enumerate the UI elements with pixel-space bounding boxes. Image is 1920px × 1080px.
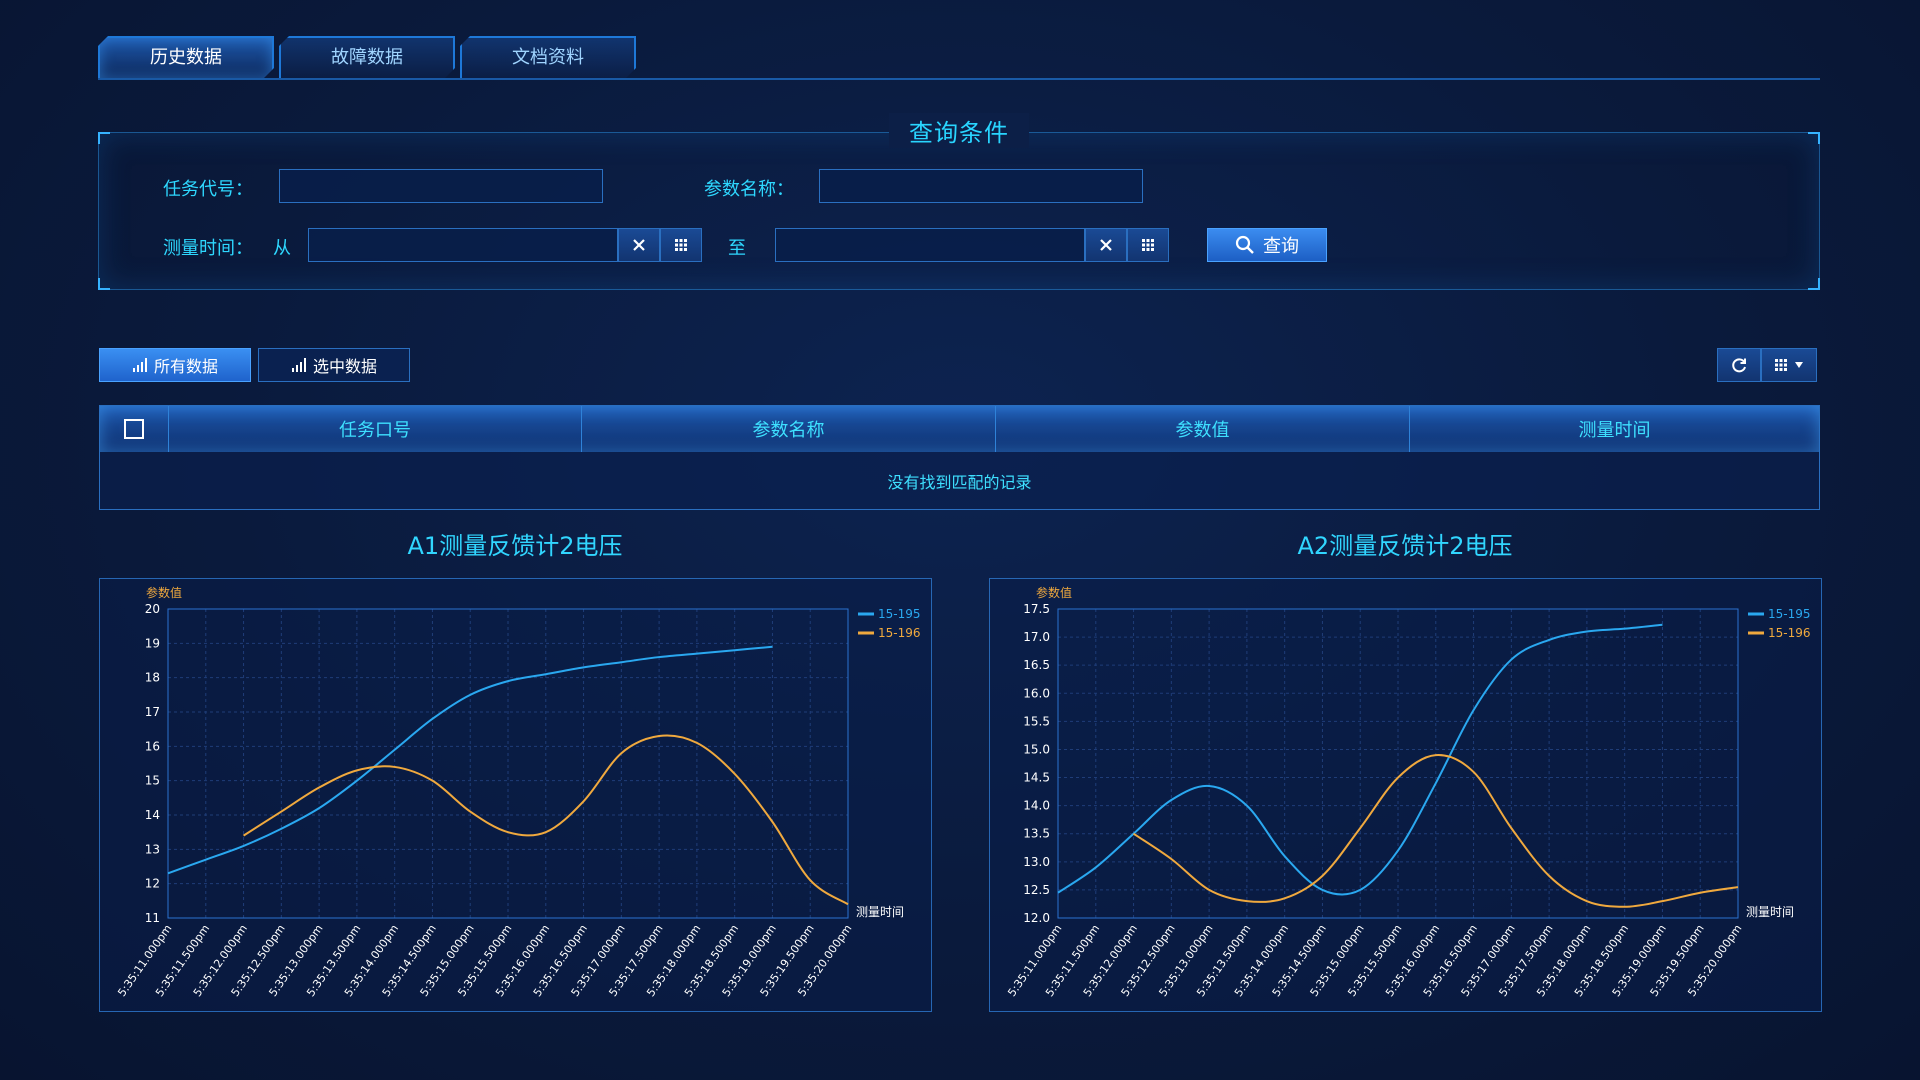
- select-all-cell: [100, 406, 169, 452]
- tab-documents[interactable]: 文档资料: [460, 36, 636, 78]
- y-axis-label: 参数值: [1036, 585, 1072, 600]
- y-tick-label: 11: [145, 911, 160, 925]
- search-button-label: 查询: [1263, 236, 1299, 257]
- y-tick-label: 19: [145, 636, 160, 650]
- close-icon: [633, 239, 645, 251]
- grid-icon: [675, 239, 687, 251]
- y-tick-label: 14.0: [1023, 799, 1050, 813]
- task-code-input[interactable]: [279, 169, 603, 203]
- bar-chart-icon: [132, 358, 147, 372]
- query-panel: 查询条件 任务代号： 参数名称： 测量时间： 从 至 查询: [98, 113, 1820, 290]
- task-code-label: 任务代号：: [163, 179, 253, 200]
- search-button[interactable]: 查询: [1207, 228, 1327, 262]
- panel-corner-decoration: [98, 278, 110, 290]
- selected-data-label: 选中数据: [312, 357, 377, 376]
- y-tick-label: 18: [145, 671, 160, 685]
- panel-corner-decoration: [1808, 278, 1820, 290]
- clear-end-time-button[interactable]: [1085, 228, 1127, 262]
- clear-start-time-button[interactable]: [618, 228, 660, 262]
- plot-area-frame: [167, 608, 849, 919]
- y-tick-label: 14: [145, 808, 160, 822]
- y-axis-label: 参数值: [146, 585, 182, 600]
- refresh-icon: [1732, 358, 1746, 373]
- grid-icon: [1142, 239, 1154, 251]
- column-header-param-name[interactable]: 参数名称: [582, 406, 996, 452]
- data-table: 任务口号 参数名称 参数值 测量时间 没有找到匹配的记录: [99, 405, 1820, 510]
- from-label: 从: [273, 238, 291, 259]
- legend-label: 15-196: [1768, 626, 1811, 640]
- y-tick-label: 15: [145, 774, 160, 788]
- y-tick-label: 12.5: [1023, 883, 1050, 897]
- y-tick-label: 17.0: [1023, 630, 1050, 644]
- y-tick-label: 12.0: [1023, 911, 1050, 925]
- columns-toggle-button[interactable]: [1761, 348, 1817, 382]
- y-tick-label: 17.5: [1023, 602, 1050, 616]
- chart-a2-title: A2测量反馈计2电压: [1297, 532, 1513, 560]
- y-tick-label: 14.5: [1023, 771, 1050, 785]
- query-title: 查询条件: [889, 113, 1029, 148]
- chart-a2-panel: 12.0 12.5 13.0 13.5 14.0 14.5 15.0 15.5 16.0 16.5…: [989, 578, 1822, 1012]
- tab-bar: 历史数据 故障数据 文档资料: [98, 36, 1820, 80]
- caret-down-icon: [1795, 362, 1803, 368]
- start-time-input[interactable]: [308, 228, 618, 262]
- param-name-input[interactable]: [819, 169, 1143, 203]
- legend-label: 15-195: [878, 607, 921, 621]
- chart-a1-title: A1测量反馈计2电压: [407, 532, 623, 560]
- y-tick-label: 13.5: [1023, 827, 1050, 841]
- tab-history-data[interactable]: 历史数据: [98, 36, 274, 78]
- all-data-button[interactable]: 所有数据: [99, 348, 251, 382]
- y-tick-label: 13.0: [1023, 855, 1050, 869]
- table-header-row: 任务口号 参数名称 参数值 测量时间: [100, 406, 1819, 452]
- close-icon: [1100, 239, 1112, 251]
- bar-chart-icon: [291, 358, 306, 372]
- x-axis-label: 测量时间: [856, 905, 904, 919]
- table-empty-row: 没有找到匹配的记录: [100, 452, 1819, 509]
- param-name-label: 参数名称：: [704, 179, 794, 200]
- y-tick-label: 15.0: [1023, 742, 1050, 756]
- y-tick-label: 16.0: [1023, 686, 1050, 700]
- tab-underline: [98, 78, 1820, 80]
- y-tick-label: 13: [145, 842, 160, 856]
- all-data-label: 所有数据: [153, 357, 218, 376]
- chart-a1-panel: 11 12 13 14 15 16 17 18 19 20 5:35:11.000pm 5:35:11…: [99, 578, 932, 1012]
- tab-fault-data[interactable]: 故障数据: [279, 36, 455, 78]
- grid-icon: [1775, 359, 1787, 371]
- to-label: 至: [728, 238, 746, 259]
- end-time-input[interactable]: [775, 228, 1085, 262]
- end-time-picker-button[interactable]: [1127, 228, 1169, 262]
- y-tick-label: 20: [145, 602, 160, 616]
- search-icon: [1235, 235, 1254, 254]
- y-tick-label: 12: [145, 877, 160, 891]
- select-all-checkbox[interactable]: [124, 419, 144, 439]
- y-tick-label: 15.5: [1023, 714, 1050, 728]
- legend-label: 15-196: [878, 626, 921, 640]
- empty-message: 没有找到匹配的记录: [887, 472, 1032, 492]
- start-time-picker-button[interactable]: [660, 228, 702, 262]
- plot-area-frame: [1057, 608, 1739, 919]
- panel-corner-decoration: [1808, 132, 1820, 144]
- chart-a2: 12.0 12.5 13.0 13.5 14.0 14.5 15.0 15.5 16.0 16.5…: [1005, 585, 1811, 999]
- column-header-param-value[interactable]: 参数值: [996, 406, 1410, 452]
- chart-a1: 111213141516171819205:35:11.000pm5:35:11…: [115, 585, 921, 999]
- y-tick-label: 16: [145, 739, 160, 753]
- selected-data-button[interactable]: 选中数据: [258, 348, 410, 382]
- y-tick-label: 17: [145, 705, 160, 719]
- measure-time-label: 测量时间：: [163, 238, 253, 259]
- refresh-button[interactable]: [1717, 348, 1761, 382]
- legend-label: 15-195: [1768, 607, 1811, 621]
- x-axis-label: 测量时间: [1746, 905, 1794, 919]
- column-header-task-code[interactable]: 任务口号: [169, 406, 582, 452]
- column-header-measure-time[interactable]: 测量时间: [1410, 406, 1819, 452]
- panel-corner-decoration: [98, 132, 110, 144]
- y-tick-label: 16.5: [1023, 658, 1050, 672]
